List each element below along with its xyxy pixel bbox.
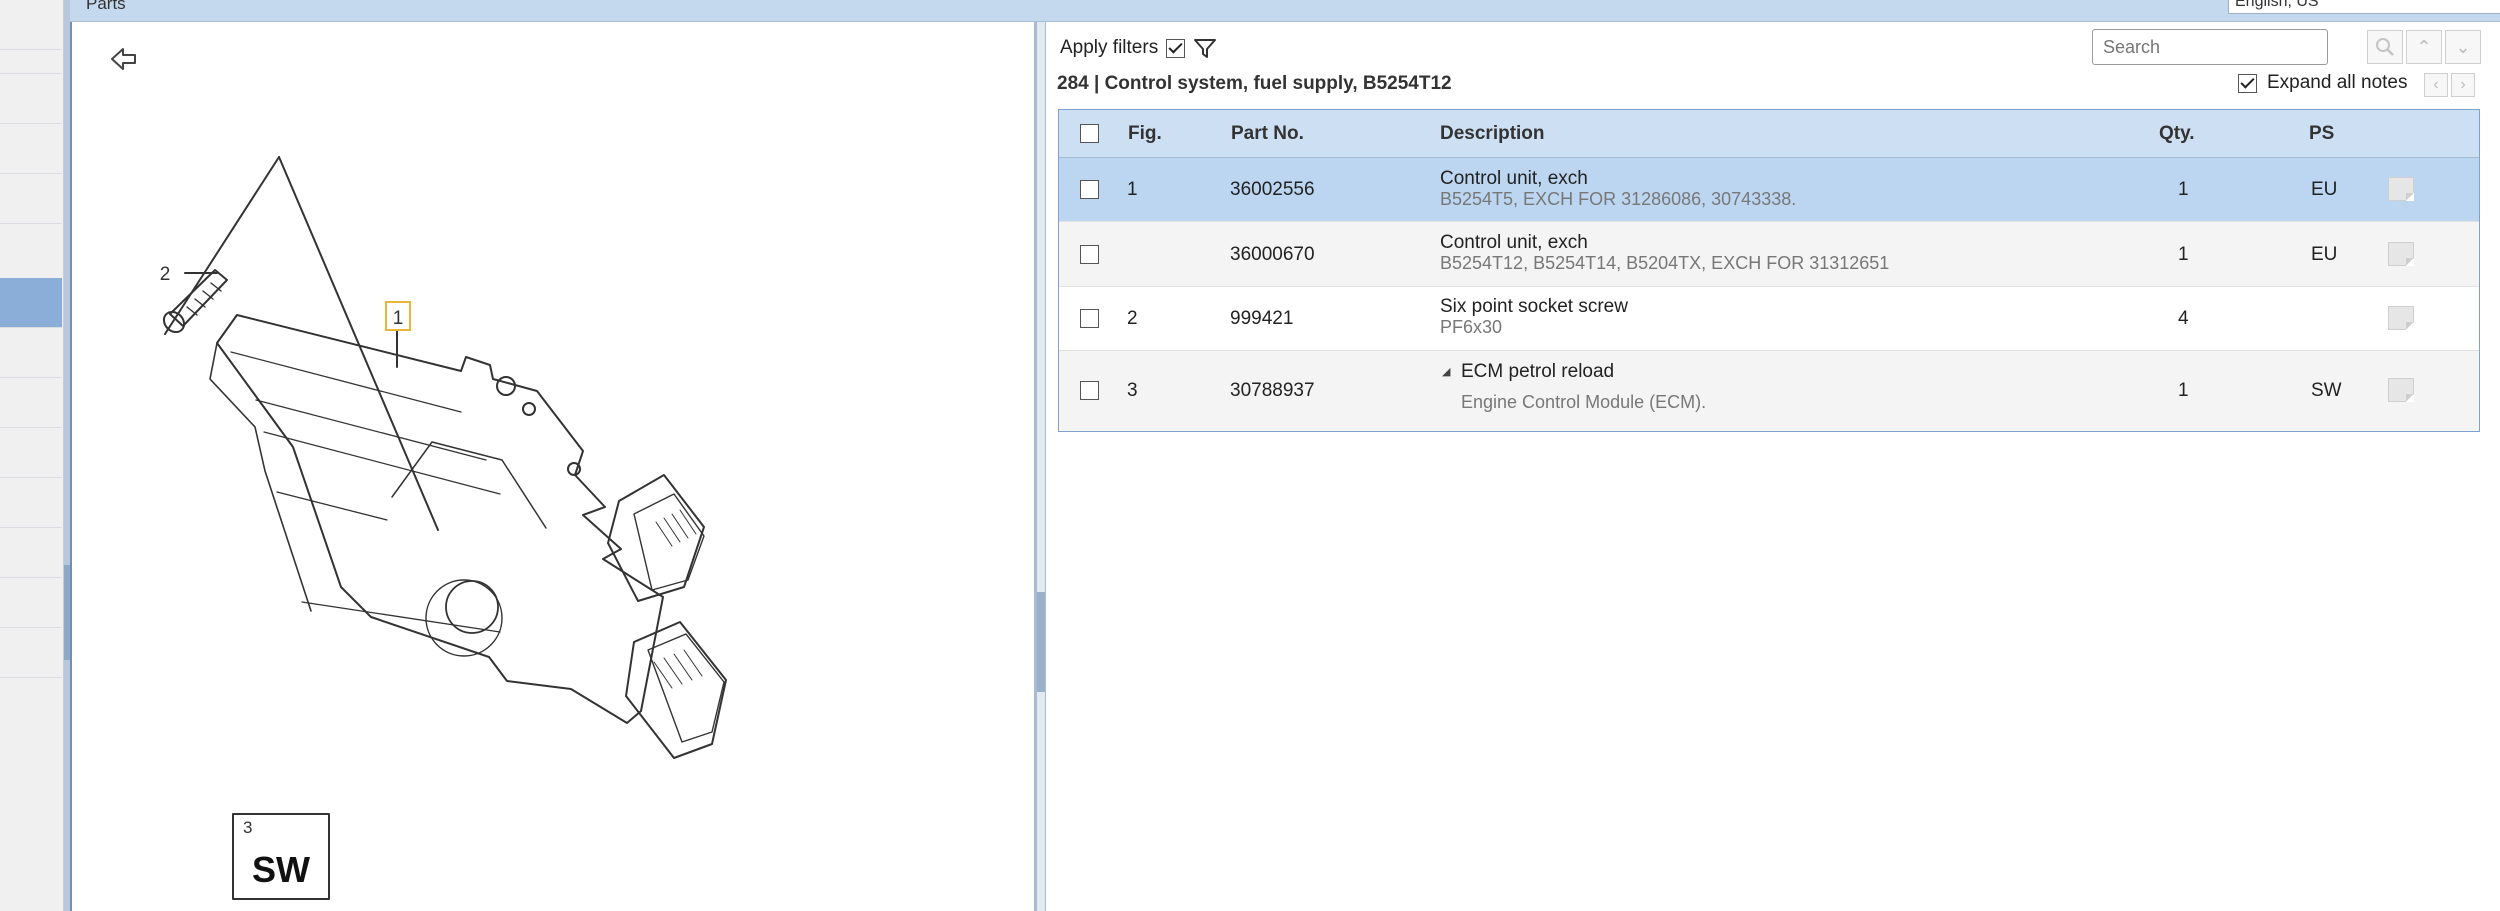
callout-1-label: 1 (393, 308, 404, 329)
row-ps: EU (2311, 244, 2338, 265)
note-icon[interactable] (2388, 306, 2414, 330)
rail-item[interactable] (0, 378, 62, 428)
previous-note-button[interactable]: ‹ (2424, 73, 2448, 97)
row-checkbox[interactable] (1080, 245, 1099, 264)
search-icon (2376, 38, 2394, 56)
rail-item[interactable] (0, 628, 62, 678)
expand-notes-label: Expand all notes (2267, 72, 2408, 93)
row-description: Control unit, exch (1440, 168, 1588, 189)
row-part-no: 36002556 (1230, 179, 1315, 200)
table-row[interactable]: 3 30788937 ◢ ECM petrol reload Engine Co… (1059, 351, 2479, 431)
row-note: Engine Control Module (ECM). (1461, 392, 1707, 412)
row-qty: 1 (2178, 380, 2189, 401)
col-header-description[interactable]: Description (1440, 123, 1545, 145)
splitter-grip-icon (1037, 592, 1045, 692)
row-note: B5254T5, EXCH FOR 31286086, 30743338. (1440, 189, 1797, 209)
language-select[interactable]: English, US (2228, 0, 2500, 14)
row-note: PF6x30 (1440, 317, 1503, 337)
parts-list-panel: Apply filters 284 | Control system, fuel… (1046, 22, 2500, 911)
row-checkbox[interactable] (1080, 309, 1099, 328)
select-all-checkbox[interactable] (1080, 124, 1099, 143)
rail-item[interactable] (0, 74, 62, 124)
apply-filters-label: Apply filters (1060, 37, 1159, 58)
row-ps: SW (2311, 380, 2342, 401)
expand-toggle-icon[interactable]: ◢ (1442, 365, 1450, 378)
row-qty: 4 (2178, 308, 2189, 329)
back-button[interactable] (104, 42, 144, 76)
chevron-right-icon: › (2460, 76, 2466, 93)
rail-item[interactable] (0, 24, 62, 74)
search-input[interactable] (2092, 29, 2328, 65)
panel-title: Parts (86, 0, 126, 13)
table-row[interactable]: 1 36002556 Control unit, exch B5254T5, E… (1059, 158, 2479, 222)
exploded-drawing-panel: 1 2 3 SW (74, 22, 1036, 911)
rail-item[interactable] (0, 578, 62, 628)
row-note: B5254T12, B5254T14, B5204TX, EXCH FOR 31… (1440, 253, 1890, 273)
previous-result-button[interactable]: ⌃ (2406, 30, 2442, 64)
leader-line (164, 156, 280, 335)
note-icon[interactable] (2388, 378, 2414, 402)
note-icon[interactable] (2388, 242, 2414, 266)
chevron-up-icon: ⌃ (2416, 36, 2432, 57)
rail-item-active[interactable] (0, 278, 62, 328)
rail-item[interactable] (0, 174, 62, 224)
parts-table: Fig. Part No. Description Qty. PS 1 3600… (1058, 109, 2480, 432)
parts-header-bar: Parts English, US (70, 0, 2500, 22)
col-header-part-no[interactable]: Part No. (1231, 123, 1304, 145)
chevron-down-icon: ⌄ (2455, 36, 2471, 57)
row-part-no: 30788937 (1230, 380, 1315, 401)
control-unit-part (209, 314, 727, 759)
row-qty: 1 (2178, 244, 2189, 265)
row-ps: EU (2311, 179, 2338, 200)
col-header-ps[interactable]: PS (2309, 123, 2334, 145)
app-side-rail (0, 0, 64, 911)
apply-filters-checkbox[interactable] (1166, 38, 1186, 58)
filter-funnel-icon[interactable] (1193, 37, 1217, 59)
next-result-button[interactable]: ⌄ (2445, 30, 2481, 64)
row-qty: 1 (2178, 179, 2189, 200)
rail-item[interactable] (0, 428, 62, 478)
section-title: 284 | Control system, fuel supply, B5254… (1057, 73, 1452, 94)
rail-item[interactable] (0, 528, 62, 578)
search-button[interactable] (2367, 30, 2403, 64)
panel-splitter[interactable] (1036, 22, 1046, 911)
chevron-left-icon: ‹ (2433, 76, 2439, 93)
sw-box-number: 3 (243, 818, 252, 837)
sw-box-label: SW (252, 849, 310, 890)
callout-2-label: 2 (160, 264, 171, 285)
rail-item[interactable] (0, 478, 62, 528)
back-arrow-icon (111, 48, 136, 70)
filter-row: Apply filters (1060, 36, 1217, 60)
row-checkbox[interactable] (1080, 381, 1099, 400)
next-note-button[interactable]: › (2451, 73, 2475, 97)
col-header-fig[interactable]: Fig. (1128, 123, 1162, 145)
parts-illustration[interactable]: 1 2 3 SW (74, 22, 1036, 911)
col-header-qty[interactable]: Qty. (2159, 123, 2195, 145)
row-description: ECM petrol reload (1461, 361, 1615, 382)
expand-notes-row: Expand all notes (2238, 72, 2408, 94)
row-fig: 3 (1127, 380, 1138, 401)
table-header: Fig. Part No. Description Qty. PS (1059, 110, 2479, 158)
rail-item[interactable] (0, 328, 62, 378)
row-part-no: 999421 (1230, 308, 1294, 329)
row-fig: 2 (1127, 308, 1138, 329)
rail-item[interactable] (0, 124, 62, 174)
row-part-no: 36000670 (1230, 244, 1315, 265)
row-fig: 1 (1127, 179, 1138, 200)
row-checkbox[interactable] (1080, 180, 1099, 199)
table-row[interactable]: 2 999421 Six point socket screw PF6x30 4 (1059, 287, 2479, 351)
row-description: Control unit, exch (1440, 232, 1588, 253)
table-row[interactable]: 36000670 Control unit, exch B5254T12, B5… (1059, 222, 2479, 287)
expand-notes-checkbox[interactable] (2238, 73, 2257, 93)
row-description: Six point socket screw (1440, 296, 1628, 317)
note-icon[interactable] (2388, 177, 2414, 201)
